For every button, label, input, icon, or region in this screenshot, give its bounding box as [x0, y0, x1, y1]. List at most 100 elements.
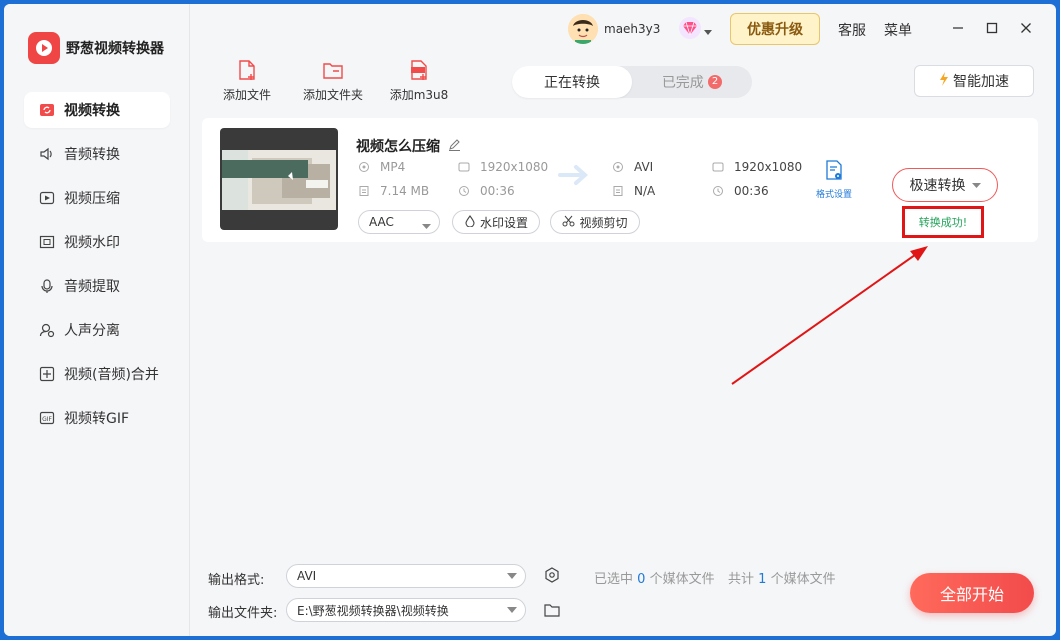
clock-icon	[458, 185, 470, 197]
sidebar-item-watermark[interactable]: 视频水印	[24, 224, 170, 260]
resolution-icon	[458, 161, 470, 173]
chevron-down-icon	[507, 573, 517, 579]
total-prefix: 共计	[728, 572, 755, 587]
audio-convert-icon	[38, 145, 56, 163]
format-settings-button[interactable]: 格式设置	[816, 160, 852, 200]
maximize-button[interactable]	[982, 18, 1002, 38]
fast-convert-button[interactable]: 极速转换	[892, 168, 998, 202]
dst-resolution-row: 1920x1080	[712, 160, 802, 174]
gif-icon: GIF	[38, 409, 56, 427]
file-name-row: 视频怎么压缩	[356, 136, 461, 156]
resolution-icon	[712, 161, 724, 173]
m3u8-icon	[408, 58, 430, 82]
file-size-icon	[612, 185, 624, 197]
convert-arrow-icon	[558, 162, 592, 192]
vip-menu[interactable]	[678, 16, 712, 44]
sidebar-item-label: 视频水印	[64, 235, 120, 251]
conversion-status: 转换成功!	[902, 206, 984, 238]
settings-icon[interactable]	[544, 567, 560, 587]
sidebar-item-label: 人声分离	[64, 323, 120, 339]
status-tabs: 正在转换 已完成 2	[512, 66, 752, 98]
sidebar: 野葱视频转换器 视频转换 音频转换 视频压缩 视频水印 音频提取 人声分离 视频…	[4, 4, 190, 636]
toolbar: 添加文件 添加文件夹 添加m3u8	[204, 58, 462, 103]
sidebar-item-label: 视频转换	[64, 103, 120, 119]
app-window: 野葱视频转换器 视频转换 音频转换 视频压缩 视频水印 音频提取 人声分离 视频…	[4, 4, 1056, 636]
audio-codec-select[interactable]: AAC	[358, 210, 440, 234]
format-settings-icon	[824, 160, 844, 185]
dst-resolution: 1920x1080	[734, 160, 803, 174]
watermark-settings-button[interactable]: 水印设置	[452, 210, 540, 234]
voice-separate-icon	[38, 321, 56, 339]
tab-done[interactable]: 已完成 2	[632, 66, 752, 98]
svg-text:GIF: GIF	[42, 416, 52, 423]
done-count-badge: 2	[707, 75, 723, 89]
output-format-select[interactable]: AVI	[286, 564, 526, 588]
file-size-icon	[358, 185, 370, 197]
add-folder-icon	[322, 58, 344, 82]
sidebar-item-label: 视频(音频)合并	[64, 367, 159, 383]
sidebar-item-video-compress[interactable]: 视频压缩	[24, 180, 170, 216]
dst-format-row: AVI	[612, 160, 653, 174]
total-suffix: 个媒体文件	[770, 572, 836, 587]
tab-label: 已完成	[661, 75, 704, 91]
chevron-down-icon	[422, 219, 431, 233]
sidebar-item-label: 音频转换	[64, 147, 120, 163]
tab-label: 正在转换	[544, 75, 600, 91]
sidebar-item-audio-convert[interactable]: 音频转换	[24, 136, 170, 172]
title-bar: maeh3y3 优惠升级 客服 菜单	[190, 4, 1056, 54]
src-duration: 00:36	[480, 184, 515, 198]
output-folder-select[interactable]: E:\野葱视频转换器\视频转换	[286, 598, 526, 622]
sidebar-item-label: 音频提取	[64, 279, 120, 295]
add-m3u8-button[interactable]: 添加m3u8	[376, 58, 462, 103]
app-title: 野葱视频转换器	[66, 41, 164, 57]
output-folder-label: 输出文件夹:	[208, 606, 278, 621]
video-compress-icon	[38, 189, 56, 207]
sidebar-item-video-convert[interactable]: 视频转换	[24, 92, 170, 128]
selected-suffix: 个媒体文件	[649, 572, 715, 587]
smart-boost-button[interactable]: 智能加速	[914, 65, 1034, 97]
sidebar-item-voice-separate[interactable]: 人声分离	[24, 312, 170, 348]
video-cut-button[interactable]: 视频剪切	[550, 210, 640, 234]
diamond-icon	[678, 16, 702, 44]
logo-icon	[28, 32, 60, 64]
total-count-value: 1	[758, 572, 767, 587]
selected-count: 已选中 0 个媒体文件	[594, 568, 715, 587]
sidebar-item-gif[interactable]: GIF 视频转GIF	[24, 400, 170, 436]
src-format: MP4	[380, 160, 406, 174]
folder-icon[interactable]	[544, 602, 560, 621]
dst-size-row: N/A	[612, 184, 655, 198]
chevron-down-icon	[704, 21, 712, 40]
sidebar-nav: 视频转换 音频转换 视频压缩 视频水印 音频提取 人声分离 视频(音频)合并 G…	[24, 92, 170, 444]
dst-duration-row: 00:36	[712, 184, 769, 198]
upgrade-button[interactable]: 优惠升级	[730, 13, 820, 45]
video-convert-icon	[38, 101, 56, 119]
add-folder-button[interactable]: 添加文件夹	[290, 58, 376, 103]
service-link[interactable]: 客服	[838, 20, 866, 40]
minimize-button[interactable]	[948, 18, 968, 38]
fast-convert-label: 极速转换	[909, 178, 966, 194]
dst-duration: 00:36	[734, 184, 769, 198]
close-button[interactable]	[1016, 18, 1036, 38]
username: maeh3y3	[604, 22, 661, 36]
edit-icon[interactable]	[448, 138, 461, 155]
sidebar-item-audio-extract[interactable]: 音频提取	[24, 268, 170, 304]
src-size-row: 7.14 MB	[358, 184, 429, 198]
start-all-button[interactable]: 全部开始	[910, 573, 1034, 613]
sidebar-item-label: 视频压缩	[64, 191, 120, 207]
user-profile[interactable]: maeh3y3	[568, 14, 660, 44]
audio-codec-value: AAC	[369, 215, 394, 229]
app-logo: 野葱视频转换器	[28, 32, 164, 64]
selected-count-value: 0	[637, 572, 646, 587]
video-thumbnail[interactable]	[220, 128, 338, 230]
selected-prefix: 已选中	[594, 572, 634, 587]
watermark-settings-label: 水印设置	[479, 215, 528, 230]
src-format-row: MP4	[358, 160, 405, 174]
tab-converting[interactable]: 正在转换	[512, 66, 632, 98]
sidebar-item-merge[interactable]: 视频(音频)合并	[24, 356, 170, 392]
menu-link[interactable]: 菜单	[884, 20, 912, 40]
watermark-drop-icon	[464, 214, 476, 230]
add-file-button[interactable]: 添加文件	[204, 58, 290, 103]
scissors-icon	[562, 215, 575, 230]
add-folder-label: 添加文件夹	[302, 88, 363, 102]
format-icon	[612, 161, 624, 173]
